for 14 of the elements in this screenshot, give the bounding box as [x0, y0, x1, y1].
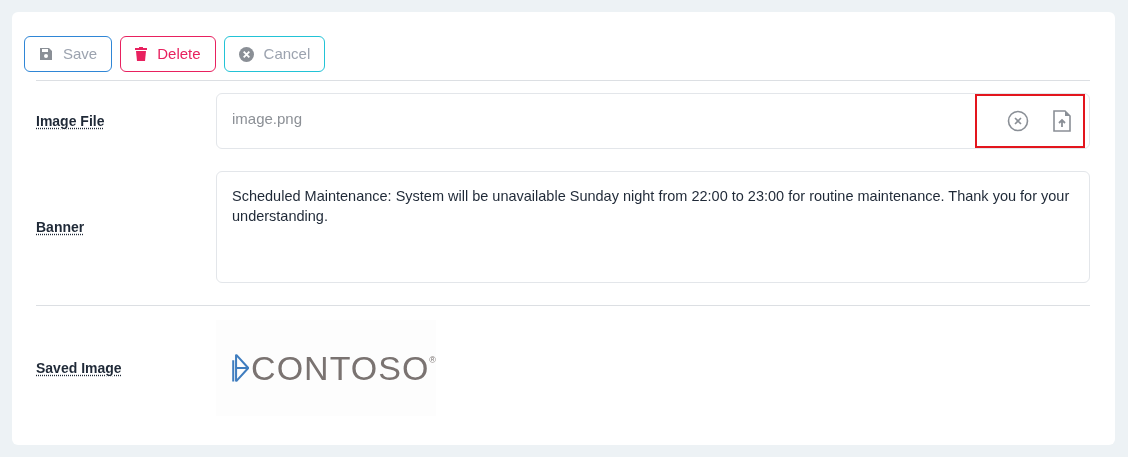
logo-text: CONTOSO [251, 347, 430, 389]
banner-text: Scheduled Maintenance: System will be unavailable Sunday night from 22:00 to 23:00 for routine maintenance. Thank you for your understanding. [232, 187, 1071, 226]
delete-button[interactable]: Delete [120, 36, 216, 72]
file-upload-icon[interactable] [1053, 110, 1071, 132]
clear-icon[interactable] [1007, 110, 1029, 132]
field-label: Saved Image [36, 360, 122, 376]
field-label: Banner [36, 219, 85, 235]
registered-mark: ® [429, 354, 436, 366]
file-field[interactable]: image.png [216, 93, 1090, 149]
trash-icon [135, 47, 148, 61]
banner-text-field[interactable]: Scheduled Maintenance: System will be unavailable Sunday night from 22:00 to 23:00 for routine maintenance. Thank you for your understanding. [216, 171, 1090, 283]
file-name: image.png [232, 109, 304, 130]
field-label: Image File [36, 113, 105, 129]
close-circle-icon [238, 46, 254, 62]
